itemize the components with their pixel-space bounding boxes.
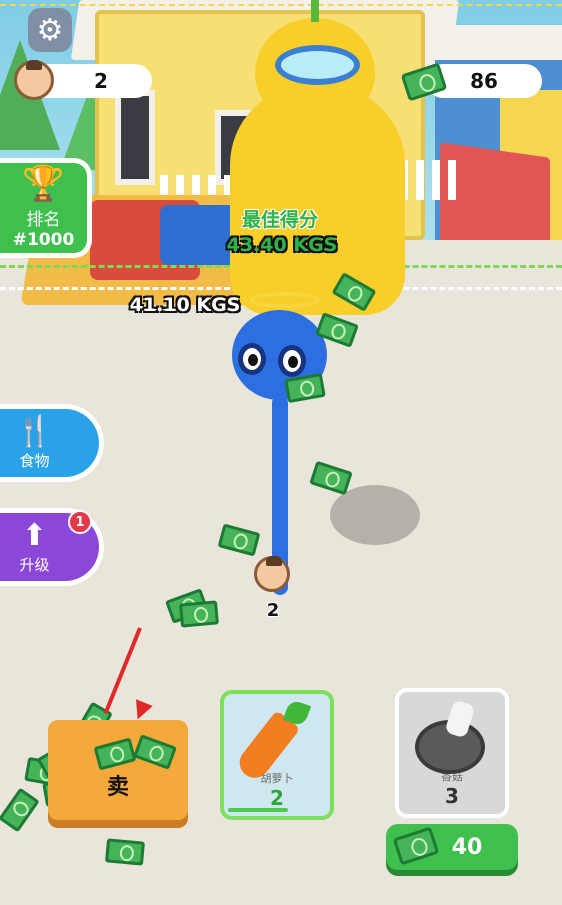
up-arrow-icon: ⬆ — [21, 517, 48, 553]
gear-icon: ⚙ — [36, 12, 64, 48]
food-card-progress — [228, 808, 288, 812]
halo — [250, 292, 320, 308]
player-muscle-count: 2 — [266, 600, 280, 621]
rival-antenna — [311, 0, 319, 22]
food-card-mushroom[interactable]: 香菇 3 — [395, 688, 509, 818]
cash-pickup — [179, 600, 219, 628]
best-score-value: 43.40 KGS — [226, 234, 338, 256]
sell-label: 卖 — [106, 775, 129, 800]
rank-value: #1000 — [12, 229, 75, 250]
rank-label: 排名 — [26, 209, 61, 230]
player-eye — [238, 343, 266, 375]
rank-button[interactable]: 🏆 排名 #1000 — [0, 158, 92, 258]
money-amount: 86 — [470, 69, 498, 93]
food-label: 食物 — [19, 451, 50, 470]
muscle-count: 2 — [94, 69, 108, 93]
settings-button[interactable]: ⚙ — [28, 8, 72, 52]
upgrade-badge: 1 — [68, 510, 92, 534]
food-card-count: 2 — [270, 786, 284, 810]
player-muscle-icon — [254, 556, 290, 592]
muscle-icon — [14, 60, 54, 100]
rival-goggle — [275, 45, 360, 85]
cash-pickup — [105, 838, 145, 866]
fork-knife-icon: 🍴 — [15, 413, 54, 449]
trophy-icon: 🏆 — [22, 163, 65, 204]
food-card-carrot[interactable]: 胡萝卜 2 — [220, 690, 334, 820]
best-score-label: 最佳得分 — [241, 209, 318, 231]
house-window — [115, 90, 155, 185]
player-weight: 41.10 KGS — [129, 294, 241, 316]
food-card-count: 3 — [445, 784, 459, 808]
player-eye — [278, 345, 306, 377]
boundary-line — [0, 4, 562, 6]
buy-price: 40 — [451, 834, 483, 860]
upgrade-label: 升级 — [19, 555, 50, 574]
fence — [400, 160, 460, 200]
sell-button[interactable]: 卖 — [48, 720, 188, 820]
food-button[interactable]: 🍴 食物 — [0, 404, 104, 482]
